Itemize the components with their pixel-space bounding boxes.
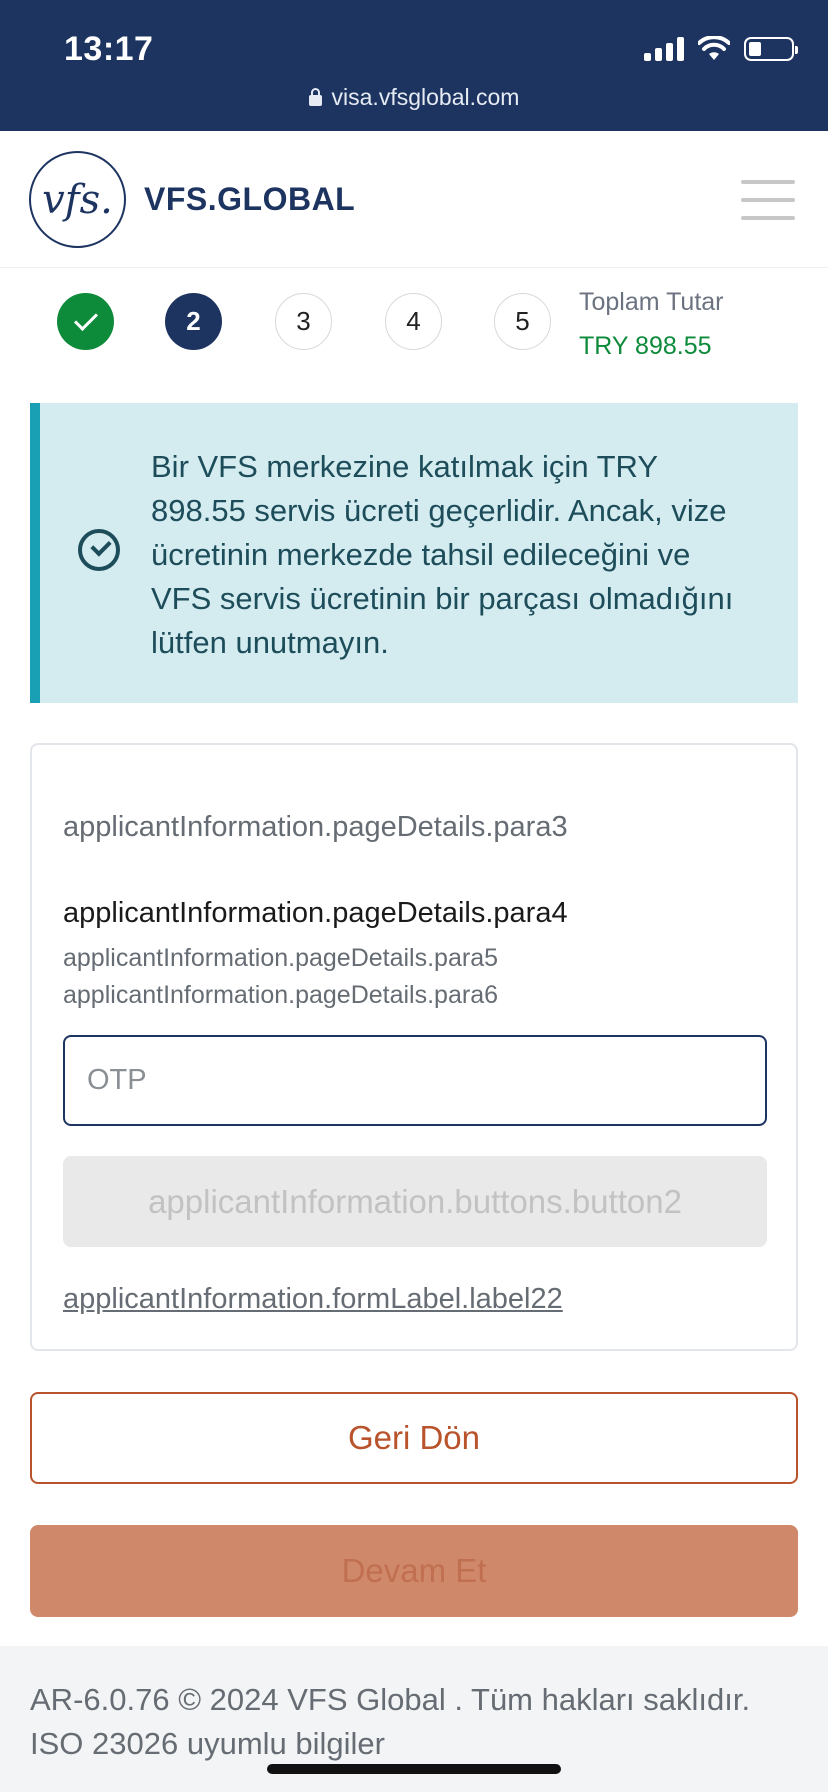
notice-text: Bir VFS merkezine katılmak için TRY 898.… (151, 449, 734, 660)
system-icons (644, 36, 798, 62)
step-5: 5 (494, 293, 551, 350)
page-details-para4: applicantInformation.pageDetails.para4 (63, 897, 568, 929)
footer-copyright: AR-6.0.76 © 2024 VFS Global . Tüm haklar… (30, 1682, 751, 1761)
step-4: 4 (385, 293, 442, 350)
hamburger-menu-icon[interactable] (741, 180, 795, 220)
lock-icon (308, 88, 322, 106)
vfs-logo-text[interactable]: VFS.GLOBAL (144, 181, 355, 218)
step-2-current: 2 (165, 293, 222, 350)
home-indicator[interactable] (267, 1764, 561, 1774)
wifi-icon (698, 36, 730, 60)
total-amount-value: TRY 898.55 (579, 332, 712, 360)
page-details-para6: applicantInformation.pageDetails.para6 (63, 981, 498, 1009)
url-text: visa.vfsglobal.com (331, 84, 520, 110)
checkmark-icon (73, 306, 98, 332)
address-bar[interactable]: visa.vfsglobal.com (0, 84, 828, 111)
battery-icon (744, 37, 798, 61)
check-circle-icon (78, 529, 120, 571)
page-details-para3: applicantInformation.pageDetails.para3 (63, 811, 568, 843)
page-details-para5: applicantInformation.pageDetails.para5 (63, 944, 498, 972)
step-1-completed (57, 293, 114, 350)
otp-input[interactable] (63, 1035, 767, 1126)
site-header: vfs. VFS.GLOBAL (0, 131, 828, 268)
vfs-logo-mark[interactable]: vfs. (29, 151, 126, 248)
clock: 13:17 (64, 30, 154, 68)
signal-icon (644, 37, 684, 61)
otp-card: applicantInformation.pageDetails.para3 a… (30, 743, 798, 1351)
back-button[interactable]: Geri Dön (30, 1392, 798, 1484)
step-3: 3 (275, 293, 332, 350)
resend-otp-link[interactable]: applicantInformation.formLabel.label22 (63, 1283, 563, 1316)
verify-otp-button[interactable]: applicantInformation.buttons.button2 (63, 1156, 767, 1247)
continue-button[interactable]: Devam Et (30, 1525, 798, 1617)
service-fee-notice: Bir VFS merkezine katılmak için TRY 898.… (30, 403, 798, 703)
total-amount-label: Toplam Tutar (579, 288, 724, 316)
status-bar: 13:17 visa.vfsglobal.com (0, 0, 828, 131)
